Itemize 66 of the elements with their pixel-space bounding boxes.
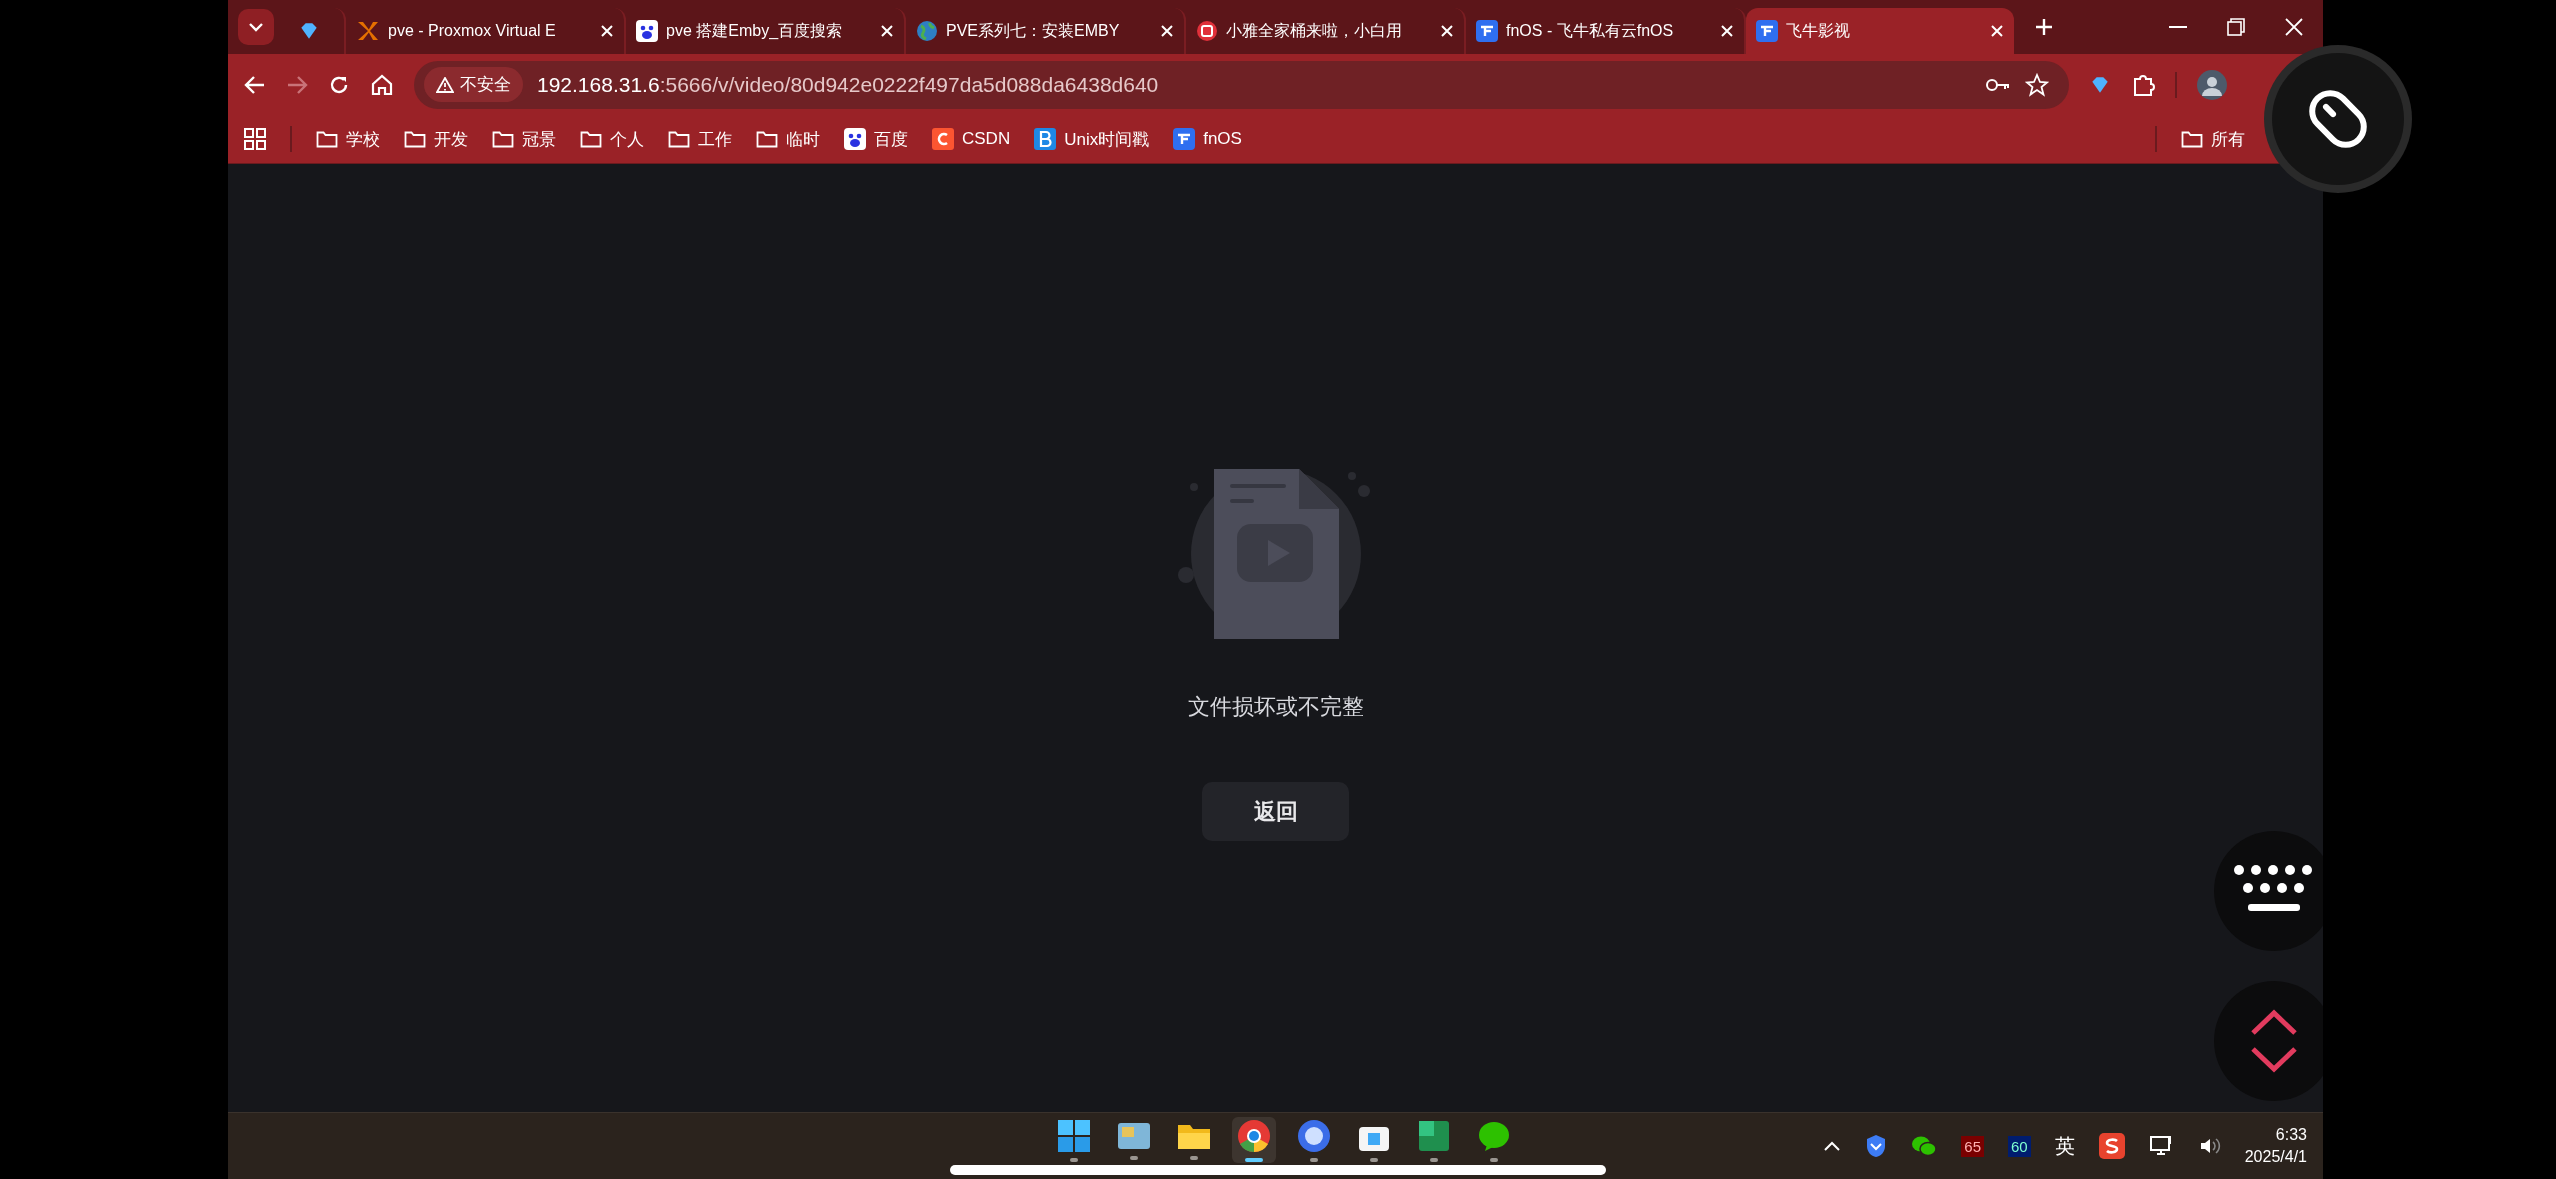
bookmark[interactable]: fnOS	[1173, 128, 1242, 150]
bookmark[interactable]: 临时	[756, 127, 820, 151]
circle-app-icon[interactable]	[1297, 1118, 1331, 1153]
chat-icon[interactable]	[1911, 1135, 1938, 1157]
home-icon[interactable]	[370, 73, 394, 96]
tray-counter[interactable]: 60	[2008, 1135, 2031, 1157]
badge-icon	[1196, 20, 1218, 42]
address-bar[interactable]: 不安全 192.168.31.6:5666/v/video/80d942e0222f497da5d088da6438d640	[414, 60, 2069, 109]
globe-icon	[916, 20, 938, 42]
close-icon[interactable]	[1990, 24, 2004, 38]
folder-icon	[492, 130, 514, 148]
key-icon[interactable]	[1985, 76, 2011, 93]
tray-counter[interactable]: 65	[1961, 1135, 1985, 1157]
paw-icon	[636, 20, 658, 42]
bookmark[interactable]: 学校	[316, 127, 380, 151]
shield-icon[interactable]	[1865, 1134, 1888, 1158]
url-text: 192.168.31.6:5666/v/video/80d942e0222f497da5d088da6438d640	[537, 72, 1160, 97]
avatar-icon[interactable]	[2197, 69, 2227, 100]
plus-icon[interactable]	[2034, 17, 2054, 37]
folder-icon	[668, 130, 690, 148]
close-icon[interactable]	[600, 24, 614, 38]
windows-icon[interactable]	[1057, 1118, 1091, 1153]
bookmark[interactable]: 百度	[844, 127, 908, 151]
warning-icon	[436, 76, 454, 93]
chrome-icon[interactable]	[1237, 1118, 1271, 1153]
taskbar-app[interactable]	[1232, 1117, 1276, 1163]
browser-tab[interactable]: 飞牛影视	[1746, 8, 2014, 54]
puzzle-icon[interactable]	[2131, 72, 2155, 97]
restore-icon[interactable]	[2227, 18, 2245, 36]
bookmark[interactable]: Unix时间戳	[1034, 127, 1150, 151]
bookmark[interactable]: 冠景	[492, 127, 556, 151]
close-icon[interactable]	[1440, 24, 1454, 38]
x-logo-icon	[356, 20, 380, 42]
close-icon[interactable]	[2285, 18, 2303, 36]
bookmark[interactable]: 个人	[580, 127, 644, 151]
folder-icon	[2181, 130, 2203, 148]
c-logo-icon	[932, 128, 954, 150]
back-button[interactable]: 返回	[1202, 782, 1349, 841]
error-message: 文件损坏或不完整	[1187, 693, 1364, 721]
input-method-indicator[interactable]: 英	[2054, 1132, 2075, 1160]
back-arrow-icon[interactable]	[244, 74, 266, 95]
grid-app-icon[interactable]	[1417, 1118, 1451, 1153]
clock[interactable]: 6:33 2025/4/1	[2244, 1124, 2307, 1168]
folder-icon	[756, 130, 778, 148]
security-chip[interactable]: 不安全	[424, 67, 523, 102]
chevron-down-icon[interactable]	[248, 22, 264, 32]
apps-grid-icon[interactable]	[244, 128, 266, 150]
close-icon[interactable]	[1160, 24, 1174, 38]
s-logo-icon[interactable]	[2098, 1133, 2125, 1159]
bookmark[interactable]: 工作	[668, 127, 732, 151]
b-logo-icon	[1034, 128, 1057, 150]
tab-search-button[interactable]	[238, 9, 274, 45]
chevron-up-icon[interactable]	[1823, 1140, 1842, 1152]
folder-icon	[316, 130, 338, 148]
widgets-icon[interactable]	[1117, 1120, 1151, 1151]
bookmark[interactable]: 所有	[2181, 127, 2245, 151]
paw-icon	[844, 128, 866, 150]
close-icon[interactable]	[1720, 24, 1734, 38]
up-down-arrows-icon	[2249, 1009, 2299, 1073]
folder-icon	[580, 130, 602, 148]
bookmark[interactable]: CSDN	[932, 128, 1011, 150]
speaker-icon[interactable]	[2198, 1136, 2221, 1156]
star-icon[interactable]	[2025, 72, 2049, 97]
bookmark[interactable]: 开发	[404, 127, 468, 151]
close-icon[interactable]	[880, 24, 894, 38]
folder-icon	[404, 130, 426, 148]
